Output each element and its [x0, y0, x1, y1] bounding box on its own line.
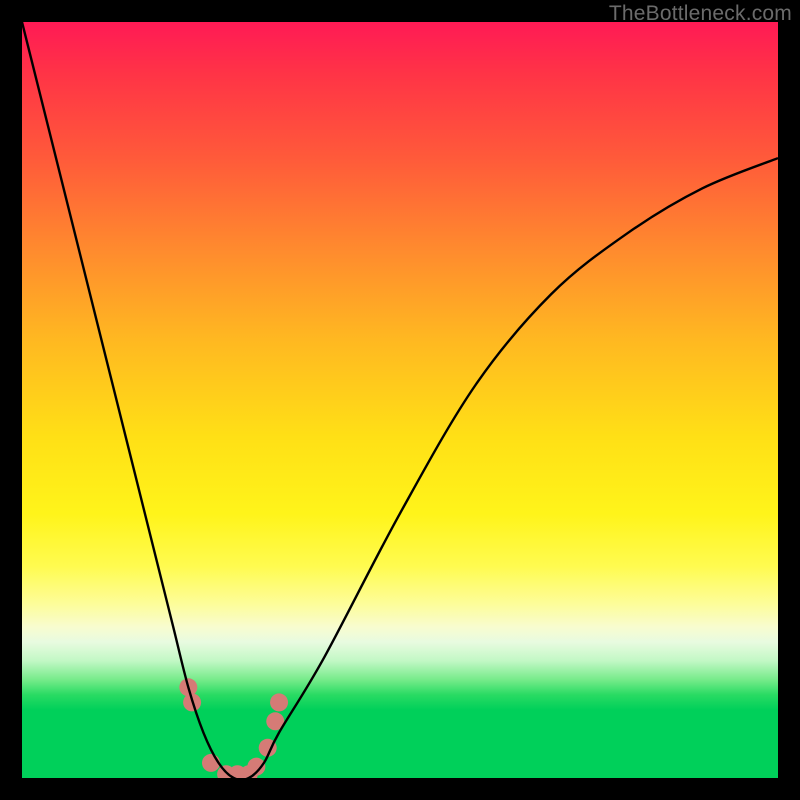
watermark-text: TheBottleneck.com [609, 2, 792, 26]
bottleneck-curve [22, 22, 778, 778]
chart-frame [22, 22, 778, 778]
